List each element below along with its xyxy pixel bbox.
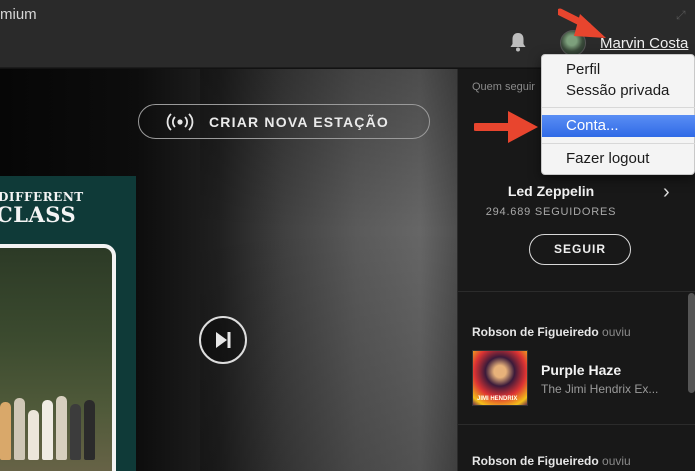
menu-item-account[interactable]: Conta... bbox=[542, 115, 695, 137]
menu-item-private-session[interactable]: Sessão privada bbox=[542, 80, 695, 102]
skip-forward-icon bbox=[216, 332, 231, 348]
track-artist[interactable]: The Jimi Hendrix Ex... bbox=[541, 382, 658, 396]
divider bbox=[458, 424, 695, 425]
album-photo bbox=[0, 244, 116, 471]
activity-user[interactable]: Robson de Figueiredo bbox=[472, 454, 599, 468]
artist-followers: 294.689 SEGUIDORES bbox=[485, 206, 617, 218]
track-cover[interactable]: JIMI HENDRIX bbox=[472, 350, 528, 406]
who-to-follow-heading: Quem seguir bbox=[472, 81, 535, 93]
menu-separator bbox=[542, 143, 695, 144]
suggested-artist-name[interactable]: Led Zeppelin bbox=[458, 183, 644, 199]
track-title[interactable]: Purple Haze bbox=[541, 362, 621, 378]
create-station-label: CRIAR NOVA ESTAÇÃO bbox=[209, 113, 390, 130]
annotation-arrow-icon bbox=[474, 111, 538, 143]
album-cover[interactable]: DIFFERENT CLASS bbox=[0, 176, 136, 471]
activity-user[interactable]: Robson de Figueiredo bbox=[472, 325, 599, 339]
menu-separator bbox=[542, 107, 695, 108]
skip-button[interactable] bbox=[199, 316, 247, 364]
username-link[interactable]: Marvin Costa bbox=[600, 35, 688, 52]
now-playing-area: CRIAR NOVA ESTAÇÃO DIFFERENT CLASS bbox=[0, 69, 457, 471]
follow-button[interactable]: SEGUIR bbox=[529, 234, 631, 265]
chevron-right-icon[interactable]: › bbox=[663, 181, 670, 204]
activity-item-header: Robson de Figueiredo ouviu bbox=[472, 325, 631, 339]
divider bbox=[458, 291, 695, 292]
activity-item-header: Robson de Figueiredo ouviu bbox=[472, 454, 631, 468]
menu-item-profile[interactable]: Perfil bbox=[542, 59, 695, 81]
resize-icon[interactable]: ⤢ bbox=[676, 8, 686, 23]
album-title-line2: CLASS bbox=[0, 202, 77, 227]
user-dropdown-menu: Perfil Sessão privada Conta... Fazer log… bbox=[541, 54, 695, 175]
bell-icon[interactable] bbox=[508, 31, 528, 53]
premium-label: mium bbox=[0, 6, 37, 23]
activity-verb: ouviu bbox=[602, 325, 631, 339]
menu-item-logout[interactable]: Fazer logout bbox=[542, 148, 695, 170]
scrollbar[interactable] bbox=[688, 293, 695, 393]
radio-broadcast-icon bbox=[166, 112, 194, 131]
activity-verb: ouviu bbox=[602, 454, 631, 468]
create-station-button[interactable]: CRIAR NOVA ESTAÇÃO bbox=[138, 104, 430, 139]
annotation-arrow-icon bbox=[558, 8, 606, 38]
